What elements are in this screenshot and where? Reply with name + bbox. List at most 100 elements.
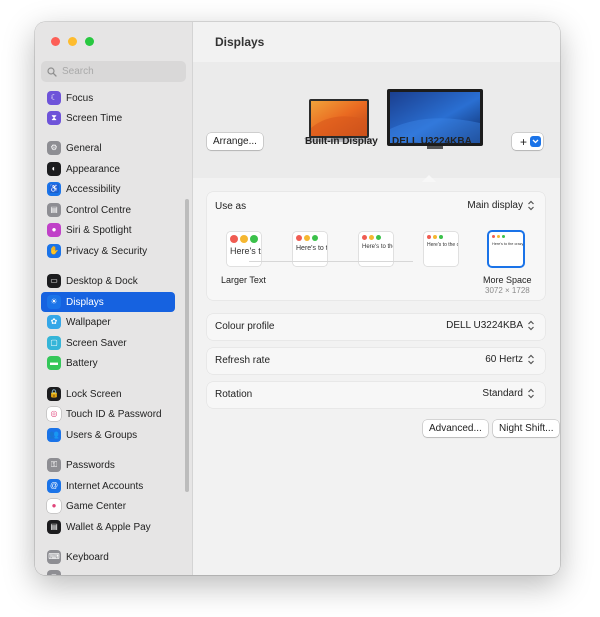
sidebar-item-desktop-dock[interactable]: ▭ Desktop & Dock: [41, 271, 175, 291]
sidebar-item-privacy-security[interactable]: ✋ Privacy & Security: [41, 241, 175, 261]
sidebar-item-appearance[interactable]: ◐ Appearance: [41, 159, 175, 179]
wallet-icon: ▤: [47, 520, 61, 534]
use-as-popup[interactable]: Main display: [467, 200, 535, 211]
sidebar-item-game-center[interactable]: ● Game Center: [41, 496, 175, 516]
arrange-button[interactable]: Arrange...: [207, 133, 263, 150]
refresh-rate-value: 60 Hertz: [485, 354, 523, 365]
rotation-row: Rotation Standard: [207, 382, 545, 408]
colour-profile-popup[interactable]: DELL U3224KBA: [446, 320, 535, 331]
sidebar-item-label: Battery: [66, 357, 98, 369]
sidebar-item-label: Control Centre: [66, 204, 132, 216]
fingerprint-icon: ◎: [47, 407, 61, 421]
flower-icon: ✿: [47, 315, 61, 329]
zoom-window-button[interactable]: [85, 37, 94, 46]
settings-window: ☾ Focus ⧗ Screen Time ⚙ General ◐ Appearance ♿ Ac…: [35, 22, 560, 575]
sidebar-item-partial[interactable]: ◘: [41, 567, 175, 575]
colour-profile-row: Colour profile DELL U3224KBA: [207, 314, 545, 340]
sidebar-item-label: Game Center: [66, 500, 127, 512]
gear-icon: ⚙: [47, 141, 61, 155]
popup-chevron-icon: [528, 354, 534, 365]
sidebar-item-focus[interactable]: ☾ Focus: [41, 88, 175, 108]
sidebar-item-displays[interactable]: ☀ Displays: [41, 292, 175, 312]
sidebar-item-screen-time[interactable]: ⧗ Screen Time: [41, 108, 175, 128]
appearance-icon: ◐: [47, 162, 61, 176]
sidebar-item-wallpaper[interactable]: ✿ Wallpaper: [41, 312, 175, 332]
window-buttons-preview: [427, 235, 443, 239]
sample-text: Here's to the crazy ones who see things …: [492, 242, 523, 246]
sidebar-item-siri-spotlight[interactable]: ● Siri & Spotlight: [41, 220, 175, 240]
rotation-label: Rotation: [215, 389, 253, 400]
sidebar-item-label: Wallet & Apple Pay: [66, 521, 151, 533]
screen-saver-icon: ▢: [47, 336, 61, 350]
rotation-value: Standard: [482, 388, 523, 399]
minimize-window-button[interactable]: [68, 37, 77, 46]
sidebar-item-passwords[interactable]: ⚿ Passwords: [41, 455, 175, 475]
search-input[interactable]: [62, 66, 172, 77]
refresh-rate-row: Refresh rate 60 Hertz: [207, 348, 545, 374]
selected-display-indicator: [422, 175, 436, 182]
sidebar-item-label: Screen Time: [66, 112, 123, 124]
refresh-rate-popup[interactable]: 60 Hertz: [485, 354, 535, 365]
sidebar-item-label: Desktop & Dock: [66, 275, 138, 287]
sidebar-item-users-groups[interactable]: 👥 Users & Groups: [41, 425, 175, 445]
key-icon: ⚿: [47, 458, 61, 472]
refresh-rate-label: Refresh rate: [215, 355, 271, 366]
sidebar-item-screen-saver[interactable]: ▢ Screen Saver: [41, 333, 175, 353]
page-title: Displays: [215, 35, 265, 49]
sidebar-item-general[interactable]: ⚙ General: [41, 138, 175, 158]
sidebar-item-accessibility[interactable]: ♿ Accessibility: [41, 179, 175, 199]
close-window-button[interactable]: [51, 37, 60, 46]
popup-chevron-icon: [528, 320, 534, 331]
hourglass-icon: ⧗: [47, 111, 61, 125]
dock-icon: ▭: [47, 274, 61, 288]
sidebar: ☾ Focus ⧗ Screen Time ⚙ General ◐ Appearance ♿ Ac…: [35, 22, 193, 575]
sidebar-item-internet-accounts[interactable]: @ Internet Accounts: [41, 476, 175, 496]
sidebar-item-label: Siri & Spotlight: [66, 224, 132, 236]
search-box[interactable]: [41, 61, 186, 82]
lock-icon: 🔒: [47, 387, 61, 401]
built-in-display-label: Built-in Display: [305, 136, 378, 147]
window-controls: [51, 37, 94, 46]
sidebar-item-label: Focus: [66, 92, 94, 104]
more-space-resolution: 3072 × 1728: [485, 286, 530, 295]
sidebar-item-touch-id-password[interactable]: ◎ Touch ID & Password: [41, 404, 175, 424]
game-center-icon: ●: [47, 499, 61, 513]
control-centre-icon: ▤: [47, 203, 61, 217]
content-pane: Displays Arrange... Built-in Display DEL…: [193, 22, 560, 575]
resolution-option[interactable]: Here's to the crazy ones who see things …: [489, 232, 523, 266]
rotation-popup[interactable]: Standard: [482, 388, 535, 399]
battery-icon: ▬: [47, 356, 61, 370]
sidebar-item-wallet-apple-pay[interactable]: ▤ Wallet & Apple Pay: [41, 517, 175, 537]
sidebar-item-label: Keyboard: [66, 551, 109, 563]
popup-chevron-icon: [528, 388, 534, 399]
users-icon: 👥: [47, 428, 61, 442]
larger-text-caption: Larger Text: [221, 275, 266, 285]
sidebar-item-control-centre[interactable]: ▤ Control Centre: [41, 200, 175, 220]
siri-icon: ●: [47, 223, 61, 237]
popup-chevron-icon: [528, 200, 534, 211]
sidebar-item-lock-screen[interactable]: 🔒 Lock Screen: [41, 384, 175, 404]
window-buttons-preview: [362, 235, 381, 240]
sidebar-item-label: Screen Saver: [66, 337, 127, 349]
sidebar-item-label: Privacy & Security: [66, 245, 148, 257]
display-arrangement-area: Arrange... Built-in Display DELL U3224KB…: [193, 62, 560, 178]
use-as-label: Use as: [215, 201, 247, 212]
sidebar-item-label: Displays: [66, 296, 104, 308]
sidebar-item-battery[interactable]: ▬ Battery: [41, 353, 175, 373]
sidebar-item-label: Users & Groups: [66, 429, 138, 441]
colour-profile-value: DELL U3224KBA: [446, 320, 523, 331]
chevron-down-icon: [530, 136, 541, 147]
night-shift-button[interactable]: Night Shift...: [493, 420, 560, 437]
sidebar-item-keyboard[interactable]: ⌨ Keyboard: [41, 547, 175, 567]
window-buttons-preview: [492, 235, 505, 238]
sample-text: Here's to the crazy ones who see things …: [230, 246, 261, 256]
use-as-value: Main display: [467, 200, 523, 211]
sidebar-scrollbar[interactable]: [185, 199, 189, 492]
more-space-caption: More Space: [483, 275, 532, 285]
add-display-button[interactable]: +: [512, 133, 543, 150]
use-as-panel: Use as Main display Here's to the crazy …: [207, 192, 545, 300]
advanced-button[interactable]: Advanced...: [423, 420, 488, 437]
resolution-option[interactable]: Here's to the crazy ones who see things …: [424, 232, 458, 266]
sidebar-item-label: General: [66, 142, 102, 154]
sidebar-item-label: Passwords: [66, 459, 115, 471]
